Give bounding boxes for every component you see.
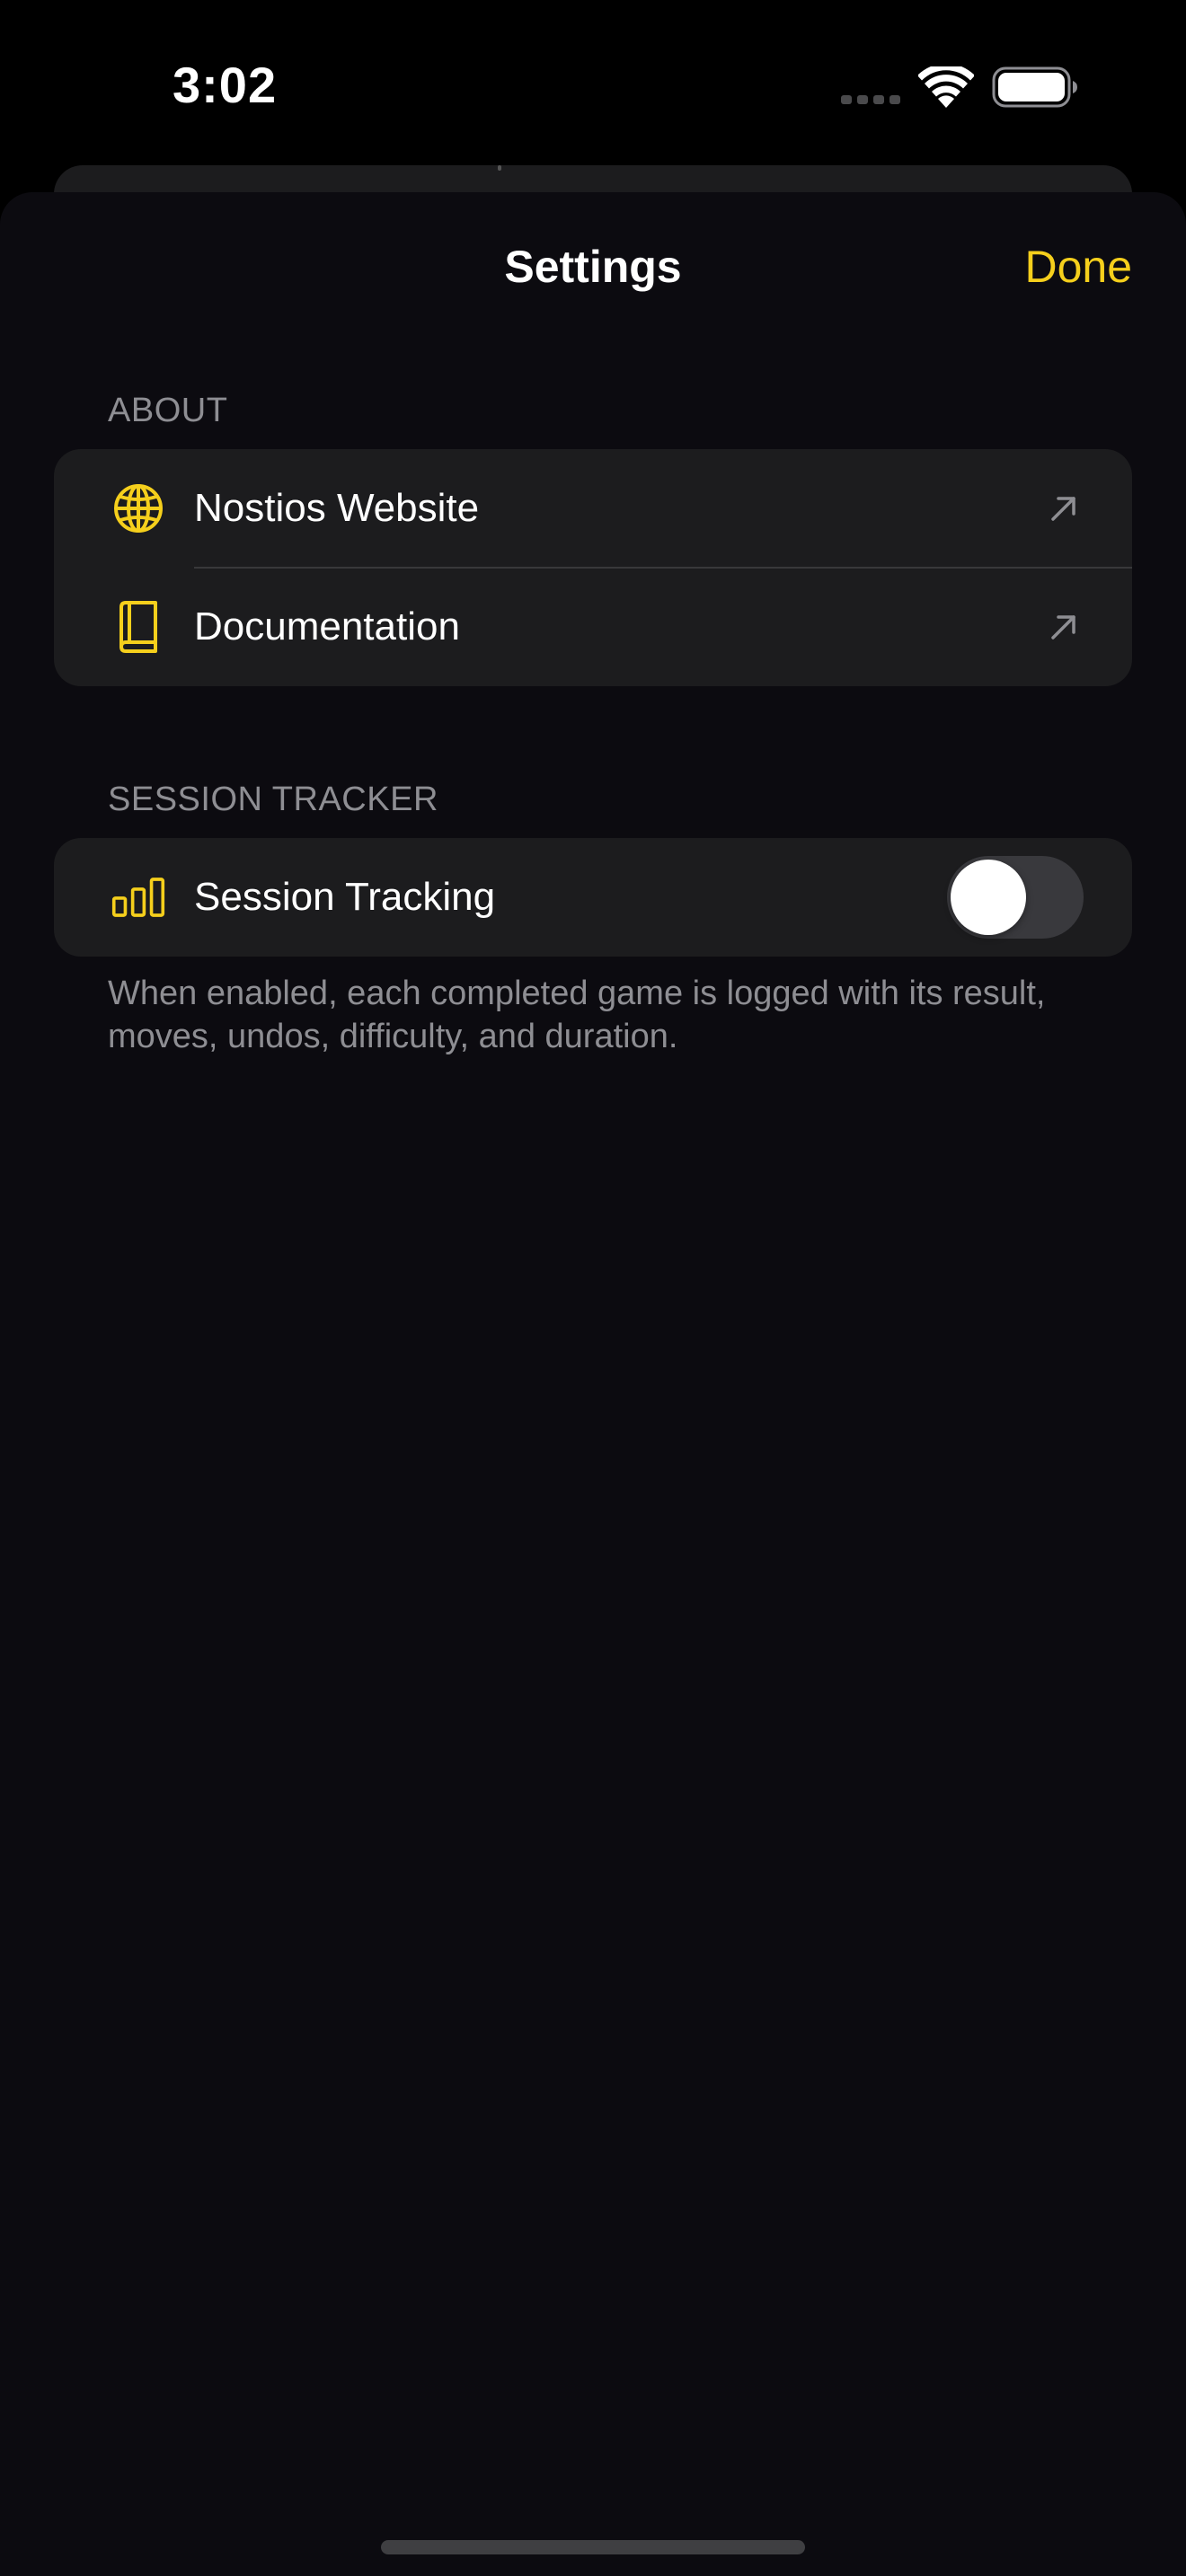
session-tracking-toggle[interactable] [947,856,1084,939]
settings-sheet: Settings Done ABOUT Nostios Website Docu… [0,192,1186,2576]
background-card-grabber [498,165,501,171]
session-tracker-group: Session Tracking [54,838,1132,957]
home-indicator [381,2540,805,2554]
session-tracking-label: Session Tracking [194,875,496,919]
section-header-session-tracker: SESSION TRACKER [108,781,438,818]
about-group: Nostios Website Documentation [54,449,1132,686]
external-link-arrow-icon [1051,615,1075,640]
done-button[interactable]: Done [1024,241,1132,293]
cellular-signal-icon [841,95,900,104]
section-header-about: ABOUT [108,392,228,429]
toggle-knob [951,860,1026,935]
globe-icon [111,481,165,535]
session-tracking-row: Session Tracking [54,838,1132,957]
external-link-arrow-icon [1051,497,1075,521]
session-tracking-footer-note: When enabled, each completed game is log… [108,975,1046,1055]
chart-bars-icon [111,870,165,924]
book-icon [111,600,165,654]
documentation-label: Documentation [194,604,460,648]
status-time: 3:02 [173,57,278,113]
wifi-icon [918,66,974,108]
status-bar: 3:02 [0,0,1186,171]
documentation-row[interactable]: Documentation [54,568,1132,686]
nostios-website-label: Nostios Website [194,486,480,530]
battery-icon [992,66,1077,108]
nostios-website-row[interactable]: Nostios Website [54,449,1132,568]
page-title: Settings [504,242,682,292]
